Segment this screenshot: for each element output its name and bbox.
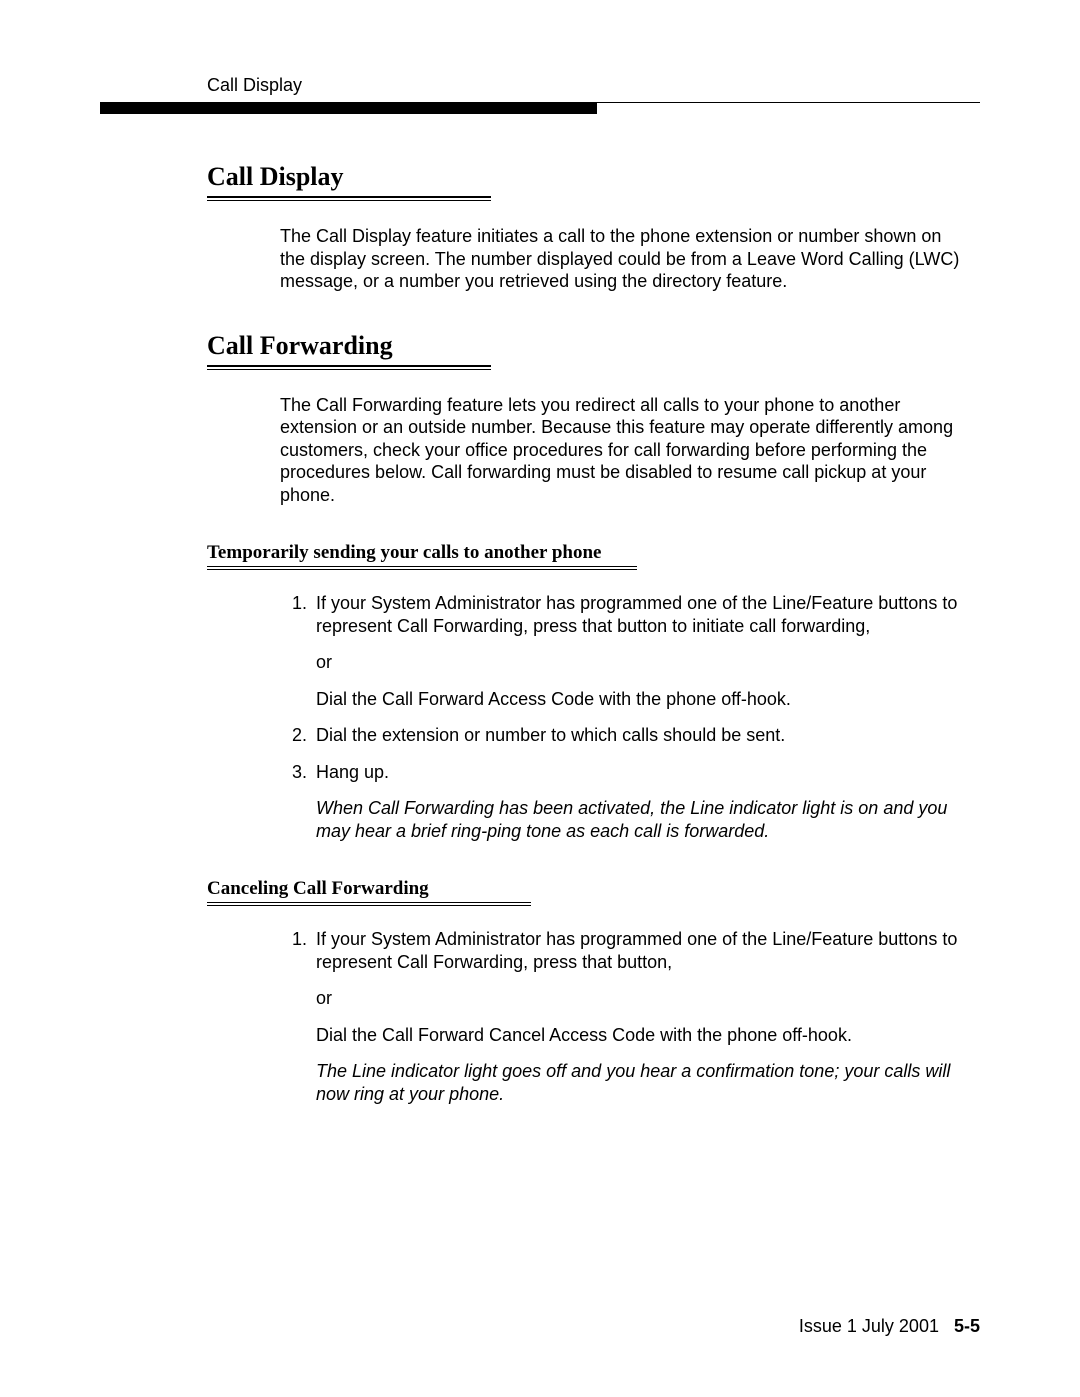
call-display-body: The Call Display feature initiates a cal…: [280, 225, 960, 293]
heading-call-display: Call Display: [207, 162, 487, 192]
cancel-step-1-note: The Line indicator light goes off and yo…: [316, 1060, 962, 1105]
step-3-note: When Call Forwarding has been activated,…: [316, 797, 962, 842]
step-1: If your System Administrator has program…: [312, 592, 962, 710]
steps-temp-forward: If your System Administrator has program…: [280, 592, 962, 842]
header-black-bar: [100, 103, 597, 114]
heading-rule-2: [207, 365, 491, 370]
subsection-temp-forward: Temporarily sending your calls to anothe…: [100, 542, 980, 570]
page-footer: Issue 1 July 2001 5-5: [799, 1316, 980, 1337]
step-3-text: Hang up.: [316, 762, 389, 782]
step-1-alt: Dial the Call Forward Access Code with t…: [316, 688, 962, 711]
section-call-forwarding: Call Forwarding The Call Forwarding feat…: [100, 331, 980, 1106]
step-2: Dial the extension or number to which ca…: [312, 724, 962, 747]
subheading-rule: [207, 566, 637, 570]
step-3: Hang up. When Call Forwarding has been a…: [312, 761, 962, 843]
cancel-step-1-alt: Dial the Call Forward Cancel Access Code…: [316, 1024, 962, 1047]
subheading-temp-forward: Temporarily sending your calls to anothe…: [207, 542, 980, 564]
subheading-cancel-forward: Canceling Call Forwarding: [207, 878, 980, 900]
page-body: Call Display Call Display The Call Displ…: [100, 75, 980, 1119]
step-2-text: Dial the extension or number to which ca…: [316, 725, 785, 745]
cancel-step-1-text: If your System Administrator has program…: [316, 929, 957, 972]
cancel-step-1: If your System Administrator has program…: [312, 928, 962, 1105]
footer-issue: Issue 1 July 2001: [799, 1316, 939, 1336]
footer-page-number: 5-5: [954, 1316, 980, 1336]
heading-rule: [207, 196, 491, 201]
section-call-display: Call Display The Call Display feature in…: [100, 162, 980, 293]
call-forwarding-body: The Call Forwarding feature lets you red…: [280, 394, 960, 507]
heading-call-forwarding: Call Forwarding: [207, 331, 487, 361]
running-header: Call Display: [207, 75, 980, 96]
step-1-or: or: [316, 651, 962, 674]
steps-cancel-forward: If your System Administrator has program…: [280, 928, 962, 1105]
subheading-rule-2: [207, 902, 531, 906]
subsection-cancel-forward: Canceling Call Forwarding: [100, 878, 980, 906]
step-1-text: If your System Administrator has program…: [316, 593, 957, 636]
cancel-step-1-or: or: [316, 987, 962, 1010]
